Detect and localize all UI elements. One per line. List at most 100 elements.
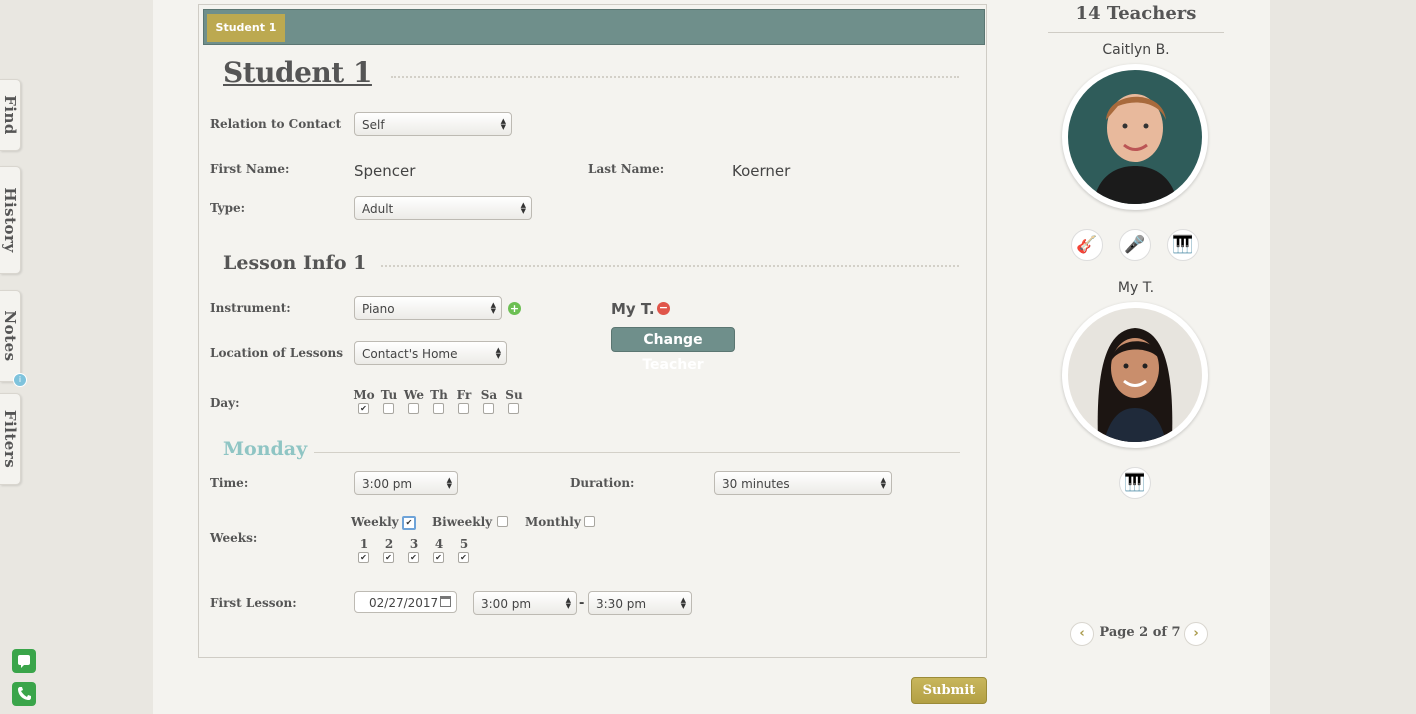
week-number-label-4: 5 <box>459 537 469 551</box>
day-checkbox-6[interactable] <box>508 403 519 414</box>
location-select[interactable]: Contact's Home ▲ ▼ <box>354 341 507 365</box>
first-name-label: First Name: <box>210 162 290 176</box>
day-checkbox-5[interactable] <box>483 403 494 414</box>
teacher-name-caitlyn[interactable]: Caitlyn B. <box>1048 42 1224 58</box>
next-page-button[interactable]: › <box>1184 622 1208 646</box>
day-checkbox-4[interactable] <box>458 403 469 414</box>
side-tab-notes-label: Notes <box>1 310 19 362</box>
day-checkbox-1[interactable] <box>383 403 394 414</box>
relation-select[interactable]: Self ▲ ▼ <box>354 112 512 136</box>
relation-select-value: Self <box>362 118 385 132</box>
side-tab-filters[interactable]: Filters <box>0 393 21 485</box>
teachers-divider <box>1048 32 1224 33</box>
side-tab-find-label: Find <box>1 95 19 135</box>
instrument-select[interactable]: Piano ▲ ▼ <box>354 296 502 320</box>
first-lesson-end-value: 3:30 pm <box>596 597 647 611</box>
week-number-label-0: 1 <box>359 537 369 551</box>
monday-heading: Monday <box>223 438 308 460</box>
prev-page-button[interactable]: ‹ <box>1070 622 1094 646</box>
first-lesson-end-select[interactable]: 3:30 pm ▲ ▼ <box>588 591 692 615</box>
microphone-icon: 🎤 <box>1119 229 1151 261</box>
first-lesson-date-input[interactable]: 02/27/2017 <box>354 591 457 613</box>
week-number-checkbox-1[interactable]: ✔ <box>383 552 394 563</box>
day-label: Day: <box>210 396 240 410</box>
week-number-label-1: 2 <box>384 537 394 551</box>
avatar-caitlyn[interactable] <box>1062 64 1208 210</box>
time-select[interactable]: 3:00 pm ▲ ▼ <box>354 471 458 495</box>
side-tab-notes[interactable]: Notes <box>0 290 21 382</box>
piano-icon: 🎹 <box>1167 229 1199 261</box>
change-teacher-button[interactable]: Change Teacher <box>611 327 735 373</box>
page-indicator: Page 2 of 7 <box>1099 625 1181 640</box>
week-number-checkbox-2[interactable]: ✔ <box>408 552 419 563</box>
day-checkbox-3[interactable] <box>433 403 444 414</box>
day-label-4: Fr <box>456 388 472 402</box>
week-number-checkbox-4[interactable]: ✔ <box>458 552 469 563</box>
add-instrument-icon[interactable]: + <box>508 302 521 315</box>
day-label-5: Sa <box>480 388 498 402</box>
frequency-label-2: Monthly <box>525 515 581 529</box>
teacher-photo <box>1068 308 1202 442</box>
select-arrows-icon: ▲ ▼ <box>446 476 452 490</box>
tab-student-1[interactable]: Student 1 <box>207 14 285 42</box>
time-range-dash: - <box>579 596 585 611</box>
select-arrows-icon: ▲ ▼ <box>490 301 496 315</box>
calendar-icon[interactable] <box>440 596 451 607</box>
teacher-name-my[interactable]: My T. <box>1048 280 1224 296</box>
last-name-value: Koerner <box>732 162 791 180</box>
avatar-my[interactable] <box>1062 302 1208 448</box>
frequency-checkbox-0[interactable]: ✔ <box>402 516 416 530</box>
teachers-count-heading: 14 Teachers <box>1075 3 1197 24</box>
type-select-value: Adult <box>362 202 394 216</box>
select-arrows-icon: ▲ ▼ <box>880 476 886 490</box>
lesson-info-heading: Lesson Info 1 <box>223 252 367 274</box>
first-lesson-start-select[interactable]: 3:00 pm ▲ ▼ <box>473 591 577 615</box>
lesson-divider <box>381 265 959 267</box>
instrument-select-value: Piano <box>362 302 395 316</box>
frequency-checkbox-1[interactable] <box>497 516 508 527</box>
type-label: Type: <box>210 201 246 215</box>
select-arrows-icon: ▲ ▼ <box>520 201 526 215</box>
week-number-label-2: 3 <box>409 537 419 551</box>
select-arrows-icon: ▲ ▼ <box>495 346 501 360</box>
day-checkbox-2[interactable] <box>408 403 419 414</box>
side-tab-history[interactable]: History <box>0 166 21 274</box>
type-select[interactable]: Adult ▲ ▼ <box>354 196 532 220</box>
student-form-panel <box>198 4 987 658</box>
side-tab-history-label: History <box>1 187 19 253</box>
time-label: Time: <box>210 476 249 490</box>
notes-info-badge: i <box>13 373 27 387</box>
first-name-value: Spencer <box>354 162 416 180</box>
piano-icon: 🎹 <box>1119 467 1151 499</box>
monday-divider <box>314 452 960 453</box>
remove-teacher-icon[interactable]: − <box>657 302 670 315</box>
week-number-checkbox-3[interactable]: ✔ <box>433 552 444 563</box>
location-label: Location of Lessons <box>210 346 343 360</box>
select-arrows-icon: ▲ ▼ <box>680 596 686 610</box>
frequency-checkbox-2[interactable] <box>584 516 595 527</box>
day-checkbox-0[interactable]: ✔ <box>358 403 369 414</box>
selected-teacher-name: My T. <box>611 300 655 318</box>
instrument-label: Instrument: <box>210 301 291 315</box>
teacher-pagination: ‹ Page 2 of 7 › <box>1070 622 1210 648</box>
side-tab-filters-label: Filters <box>1 409 19 469</box>
first-lesson-date-value: 02/27/2017 <box>369 596 439 610</box>
day-label-6: Su <box>505 388 523 402</box>
frequency-label-1: Biweekly <box>432 515 493 529</box>
day-label-1: Tu <box>380 388 398 402</box>
heading-divider <box>391 76 959 78</box>
duration-label: Duration: <box>570 476 635 490</box>
duration-select[interactable]: 30 minutes ▲ ▼ <box>714 471 892 495</box>
frequency-label-0: Weekly <box>351 515 399 529</box>
week-number-label-3: 4 <box>434 537 444 551</box>
phone-icon[interactable] <box>12 682 36 706</box>
side-tab-find[interactable]: Find <box>0 79 21 151</box>
student-heading: Student 1 <box>223 56 372 89</box>
select-arrows-icon: ▲ ▼ <box>500 117 506 131</box>
weeks-label: Weeks: <box>210 531 258 545</box>
submit-button[interactable]: Submit <box>911 677 987 704</box>
relation-label: Relation to Contact <box>210 117 342 131</box>
first-lesson-label: First Lesson: <box>210 596 297 610</box>
week-number-checkbox-0[interactable]: ✔ <box>358 552 369 563</box>
chat-icon[interactable] <box>12 649 36 673</box>
